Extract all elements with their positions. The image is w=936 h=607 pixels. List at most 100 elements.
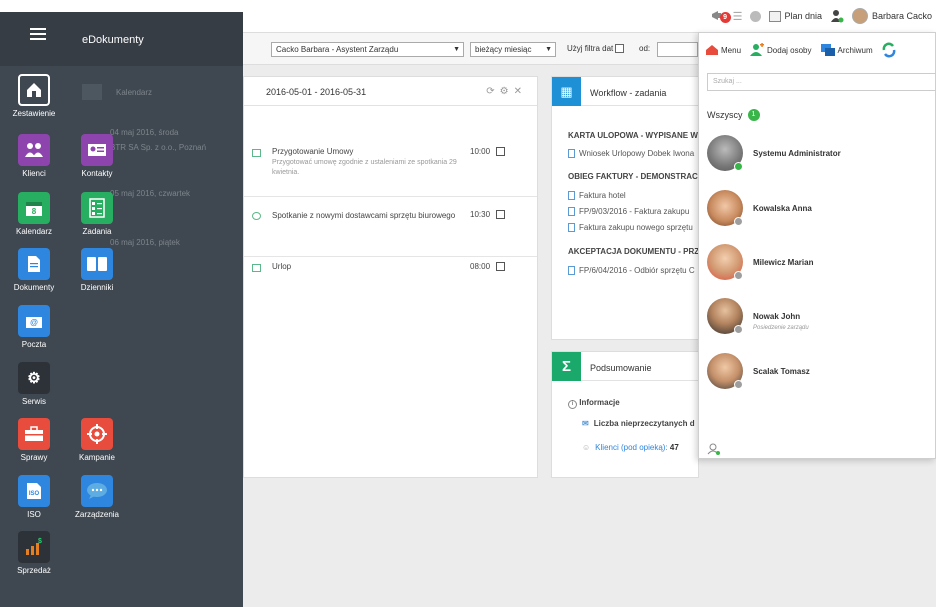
workflow-item[interactable]: Wniosek Urlopowy Dobek Iwona	[568, 149, 694, 159]
menu-button[interactable]: Menu	[705, 44, 741, 56]
workflow-item[interactable]: Faktura zakupu nowego sprzętu	[568, 223, 693, 233]
clients-count-link[interactable]: ☺ Klienci (pod opieką): 47	[582, 443, 679, 452]
date-filter-toggle[interactable]: Użyj filtra dat	[567, 44, 625, 54]
calendar-tools: ⟳⚙✕	[486, 86, 527, 97]
my-status-button[interactable]	[707, 443, 721, 455]
period-select-value: bieżący miesiąc	[475, 45, 532, 54]
contact-status-text: Posiedzenie zarządu	[753, 325, 809, 331]
faded-calendar-icon	[82, 84, 102, 100]
refresh-icon[interactable]: ⟳	[486, 86, 499, 97]
contact-item[interactable]: Kowalska Anna	[707, 190, 932, 232]
calendar-panel: 2016-05-01 - 2016-05-31 ⟳⚙✕ Przygotowani…	[243, 76, 538, 478]
contact-item[interactable]: Systemu Administrator	[707, 135, 932, 177]
envelope-icon: ✉	[582, 419, 589, 428]
contact-name: Milewicz Marian	[753, 258, 814, 267]
workflow-item-label: FP/6/04/2016 - Odbiór sprzętu C	[579, 266, 695, 275]
calendar-range: 2016-05-01 - 2016-05-31	[266, 87, 367, 97]
add-user-icon	[750, 43, 765, 56]
user-menu[interactable]: Barbara Cacko	[851, 8, 932, 24]
sidebar-item-dzienniki[interactable]: Dzienniki	[67, 248, 127, 292]
workflow-item[interactable]: FP/9/03/2016 - Faktura zakupu	[568, 207, 689, 217]
meeting-icon	[252, 212, 261, 220]
sidebar-item-serwis[interactable]: ⚙ Serwis	[4, 362, 64, 406]
info-icon: i	[568, 400, 577, 409]
sidebar-item-zadania[interactable]: Zadania	[67, 192, 127, 236]
refresh-button[interactable]	[881, 42, 897, 58]
hamburger-menu-icon[interactable]	[30, 28, 46, 41]
date-from-input[interactable]	[657, 42, 698, 57]
workflow-item[interactable]: FP/6/04/2016 - Odbiór sprzętu C	[568, 266, 695, 276]
contact-item[interactable]: Milewicz Marian	[707, 244, 932, 286]
clock-icon[interactable]	[750, 10, 762, 22]
list-icon[interactable]: ☰	[733, 10, 743, 23]
date-filter-checkbox[interactable]	[615, 44, 625, 54]
chevron-down-icon: ▼	[453, 46, 460, 53]
contacts-toggle-button[interactable]	[830, 9, 844, 23]
calendar-event[interactable]: Spotkanie z nowymi dostawcami sprzętu bi…	[244, 205, 537, 257]
summary-panel-header: Σ Podsumowanie	[552, 352, 698, 381]
top-right-toolbar: 9 ☰ Plan dnia Barbara Cacko	[711, 8, 932, 24]
workflow-title: Workflow - zadania	[590, 88, 667, 98]
event-checkbox[interactable]	[496, 210, 505, 219]
sidebar-item-kampanie[interactable]: Kampanie	[67, 418, 127, 462]
event-time: 08:00	[470, 262, 491, 271]
sidebar-item-sprawy[interactable]: Sprawy	[4, 418, 64, 462]
event-title: Spotkanie z nowymi dostawcami sprzętu bi…	[272, 211, 456, 220]
sidebar-item-klienci[interactable]: Klienci	[4, 134, 64, 178]
summary-info-heading: i Informacje	[568, 398, 620, 409]
person-select[interactable]: Cacko Barbara - Asystent Zarządu ▼	[271, 42, 464, 57]
sidebar-item-label: Serwis	[21, 397, 46, 406]
document-icon	[568, 149, 575, 159]
people-icon: ☺	[582, 443, 591, 452]
refresh-icon	[882, 42, 895, 58]
sidebar-item-kalendarz[interactable]: 8 Kalendarz	[4, 192, 64, 236]
clients-value: 47	[669, 443, 679, 452]
archive-button[interactable]: Archiwum	[820, 43, 873, 57]
sidebar-item-zarzadzenia[interactable]: Zarządzenia	[67, 475, 127, 519]
status-offline-icon	[734, 217, 743, 226]
contact-card-icon	[81, 134, 113, 166]
close-icon[interactable]: ✕	[514, 86, 527, 97]
document-icon	[568, 191, 575, 201]
contacts-search-input[interactable]: Szukaj ...	[707, 73, 936, 91]
sidebar-item-kontakty[interactable]: Kontakty	[67, 134, 127, 178]
contact-item[interactable]: Nowak John Posiedzenie zarządu	[707, 298, 932, 340]
info-heading-label: Informacje	[579, 398, 620, 407]
event-title: Urlop	[272, 262, 292, 271]
sidebar-item-iso[interactable]: ISO ISO	[4, 475, 64, 519]
event-time: 10:30	[470, 210, 491, 219]
event-checkbox[interactable]	[496, 147, 505, 156]
sigma-icon: Σ	[552, 352, 581, 381]
contact-item[interactable]: Scalak Tomasz	[707, 353, 932, 395]
status-offline-icon	[734, 325, 743, 334]
event-checkbox[interactable]	[496, 262, 505, 271]
svg-text:@: @	[30, 318, 38, 327]
calendar-event[interactable]: Urlop 08:00	[244, 259, 537, 295]
document-icon	[568, 223, 575, 233]
notifications-button[interactable]: 9	[711, 9, 731, 23]
gear-icon[interactable]: ⚙	[500, 86, 514, 97]
menu-button-label: Menu	[721, 45, 742, 55]
plan-dnia-button[interactable]: Plan dnia	[769, 10, 822, 22]
sidebar-item-poczta[interactable]: @ Poczta	[4, 305, 64, 349]
period-select[interactable]: bieżący miesiąc ▼	[470, 42, 556, 57]
sidebar-item-sprzedaz[interactable]: $ Sprzedaż	[4, 531, 64, 575]
status-offline-icon	[734, 380, 743, 389]
sidebar-item-dokumenty[interactable]: Dokumenty	[4, 248, 64, 292]
document-icon	[568, 266, 575, 276]
clients-label: Klienci (pod opieką):	[595, 443, 668, 452]
all-group-count-badge: 1	[747, 109, 760, 121]
sidebar-item-zestawienie[interactable]: Zestawienie	[4, 74, 64, 118]
avatar	[851, 8, 868, 24]
workflow-item[interactable]: Faktura hotel	[568, 191, 626, 201]
add-people-label: Dodaj osoby	[767, 45, 812, 55]
svg-text:$: $	[38, 538, 42, 545]
unread-count-link[interactable]: ✉ Liczba nieprzeczytanych d	[582, 419, 695, 428]
contacts-all-group[interactable]: Wszyscy 1	[707, 109, 760, 121]
workflow-panel: ▦ Workflow - zadania KARTA ULOPOWA - WYP…	[551, 76, 704, 340]
sidebar-item-label: Kalendarz	[15, 227, 53, 236]
add-people-button[interactable]: Dodaj osoby	[749, 43, 812, 57]
calendar-event[interactable]: Przygotowanie Umowy Przygotować umowę zg…	[244, 142, 537, 197]
contact-name: Systemu Administrator	[753, 149, 841, 158]
people-icon	[18, 134, 50, 166]
